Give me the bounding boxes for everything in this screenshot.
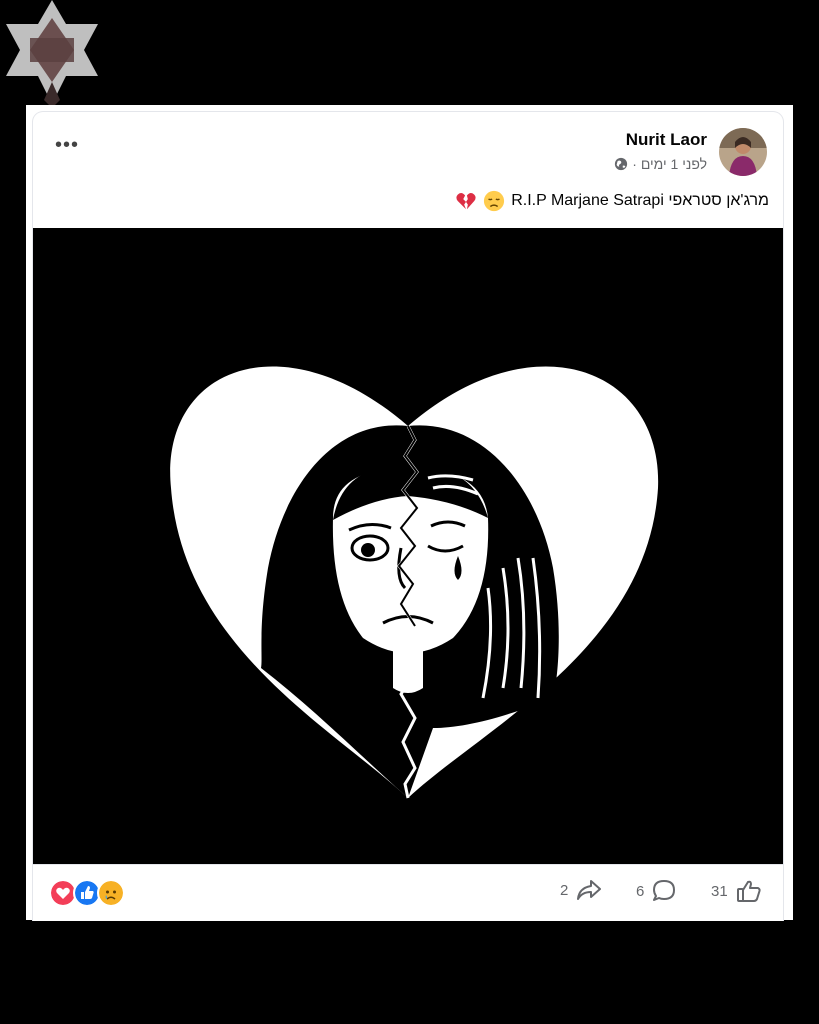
globe-icon — [615, 157, 628, 171]
broken-heart-illustration — [33, 228, 783, 864]
comments-count[interactable]: 6 — [636, 879, 676, 903]
avatar[interactable] — [719, 128, 767, 176]
reaction-summary[interactable] — [49, 879, 125, 907]
disappointed-face-emoji — [484, 190, 505, 212]
caption-text: מרג'אן סטראפי R.I.P Marjane Satrapi — [511, 192, 769, 209]
post-time[interactable]: לפני 1 ימים · — [632, 156, 707, 172]
facebook-post-card: Nurit Laor לפני 1 ימים · ••• מרג'אן סטרא… — [33, 112, 783, 921]
likes-count[interactable]: 31 — [711, 879, 762, 903]
like-icon — [736, 880, 761, 902]
post-author[interactable]: Nurit Laor — [626, 130, 707, 150]
comments-count-label: 6 — [636, 882, 645, 900]
likes-count-label: 31 — [711, 882, 728, 900]
more-options-button[interactable]: ••• — [55, 135, 79, 155]
avatar-image — [719, 128, 767, 176]
broken-heart-emoji — [456, 192, 476, 210]
comment-icon — [653, 880, 676, 901]
post-caption: מרג'אן סטראפי R.I.P Marjane Satrapi — [455, 190, 769, 212]
post-image[interactable] — [33, 228, 783, 864]
post-footer: 2 6 31 — [33, 864, 783, 921]
star-logo — [6, 0, 98, 108]
share-icon — [577, 880, 602, 900]
sad-reaction-icon — [97, 879, 125, 907]
shares-count-label: 2 — [560, 881, 569, 899]
post-meta: לפני 1 ימים · — [614, 156, 707, 172]
shares-count[interactable]: 2 — [560, 879, 602, 901]
